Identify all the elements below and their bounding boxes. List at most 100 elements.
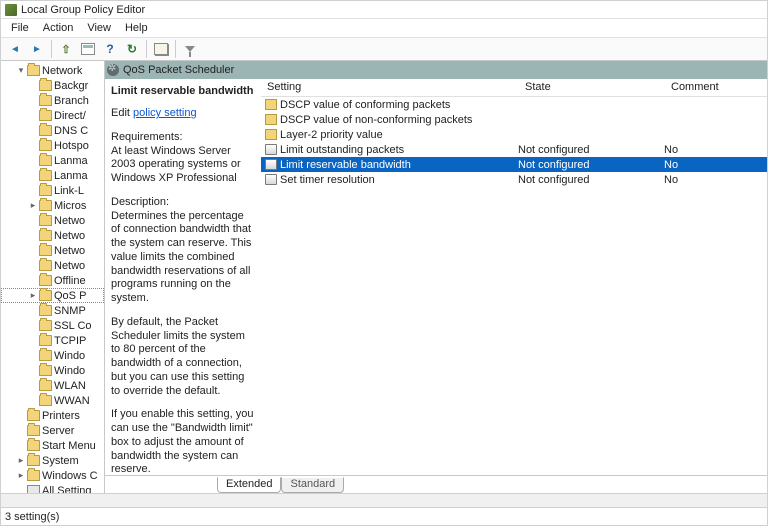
tree-item[interactable]: TCPIP (1, 333, 104, 348)
row-setting: Limit outstanding packets (280, 144, 518, 156)
tree-twister[interactable]: ▸ (27, 290, 39, 301)
title-bar: Local Group Policy Editor (1, 1, 767, 19)
tree-item[interactable]: Start Menu (1, 438, 104, 453)
tree-item[interactable]: All Setting (1, 483, 104, 493)
row-comment: No (664, 174, 767, 186)
folder-icon (39, 320, 52, 331)
tree-item[interactable]: Server (1, 423, 104, 438)
tree-item-label: Lanma (54, 155, 88, 167)
tree-item[interactable]: Windo (1, 363, 104, 378)
forward-button[interactable] (27, 39, 47, 59)
tree-item[interactable]: WLAN (1, 378, 104, 393)
content-title: QoS Packet Scheduler (123, 64, 234, 76)
col-comment[interactable]: Comment (665, 79, 767, 96)
tree-item[interactable]: Netwo (1, 213, 104, 228)
tree-item[interactable]: Lanma (1, 168, 104, 183)
tree-item[interactable]: ▸ Micros (1, 198, 104, 213)
column-headers[interactable]: Setting State Comment (261, 79, 767, 97)
menu-action[interactable]: Action (37, 21, 80, 35)
gear-icon (107, 64, 119, 76)
tree-item[interactable]: ▾Network (1, 63, 104, 78)
menu-file[interactable]: File (5, 21, 35, 35)
settings-row[interactable]: DSCP value of non-conforming packets (261, 112, 767, 127)
tree-item-label: Micros (54, 200, 86, 212)
setting-icon (265, 174, 277, 185)
tree-item[interactable]: WWAN (1, 393, 104, 408)
col-setting[interactable]: Setting (261, 79, 519, 96)
tree-item-label: Direct/ (54, 110, 86, 122)
col-state[interactable]: State (519, 79, 665, 96)
view-tabs: Extended Standard (105, 475, 767, 493)
tree-twister[interactable]: ▾ (15, 65, 27, 76)
filter-button[interactable] (180, 39, 200, 59)
tree-item-label: WWAN (54, 395, 90, 407)
tree-pane[interactable]: ▾NetworkBackgrBranch Direct/DNS C Hotspo La… (1, 61, 105, 493)
tree-twister[interactable]: ▸ (15, 470, 27, 481)
tree-item[interactable]: Netwo (1, 228, 104, 243)
row-setting: DSCP value of conforming packets (280, 99, 518, 111)
folder-icon (39, 230, 52, 241)
tree-item[interactable]: DNS C (1, 123, 104, 138)
folder-icon (27, 65, 40, 76)
menu-view[interactable]: View (81, 21, 117, 35)
settings-row[interactable]: DSCP value of conforming packets (261, 97, 767, 112)
refresh-button[interactable] (122, 39, 142, 59)
tree-twister[interactable]: ▸ (15, 455, 27, 466)
content-header: QoS Packet Scheduler (105, 61, 767, 79)
tree-item[interactable]: Link-L (1, 183, 104, 198)
settings-row[interactable]: Layer-2 priority value (261, 127, 767, 142)
folder-icon (27, 470, 40, 481)
horizontal-scrollbar[interactable] (1, 493, 767, 507)
properties-button[interactable] (151, 39, 171, 59)
back-button[interactable] (5, 39, 25, 59)
toolbar-separator (51, 40, 52, 58)
folder-icon (265, 114, 277, 125)
tab-standard[interactable]: Standard (281, 477, 344, 493)
tree-item-label: QoS P (54, 290, 86, 302)
tree-twister[interactable]: ▸ (27, 200, 39, 211)
show-hide-tree-button[interactable] (78, 39, 98, 59)
tree-item[interactable]: ▸Windows C (1, 468, 104, 483)
tree-item[interactable]: Backgr (1, 78, 104, 93)
tree-item-label: System (42, 455, 79, 467)
settings-row[interactable]: Set timer resolutionNot configuredNo (261, 172, 767, 187)
tree-item[interactable]: ▸ System (1, 453, 104, 468)
description-pane: Limit reservable bandwidth Edit policy s… (105, 79, 261, 475)
tree-item-label: Server (42, 425, 74, 437)
up-button[interactable] (56, 39, 76, 59)
policy-icon (27, 485, 40, 493)
tree-item[interactable]: Hotspo (1, 138, 104, 153)
tree-item-label: TCPIP (54, 335, 86, 347)
tree-item[interactable]: Netwo (1, 243, 104, 258)
tab-extended[interactable]: Extended (217, 477, 281, 493)
settings-row[interactable]: Limit outstanding packetsNot configuredN… (261, 142, 767, 157)
setting-icon (265, 159, 277, 170)
tree-item[interactable]: ▸ QoS P (1, 288, 104, 303)
tree-item[interactable]: SSL Co (1, 318, 104, 333)
folder-icon (39, 335, 52, 346)
settings-rows[interactable]: DSCP value of conforming packetsDSCP val… (261, 97, 767, 475)
tree-item-label: Hotspo (54, 140, 89, 152)
tree-item[interactable]: Lanma (1, 153, 104, 168)
tree-item-label: Offline (54, 275, 86, 287)
app-icon (5, 4, 17, 16)
tree-item[interactable]: Printers (1, 408, 104, 423)
folder-icon (39, 290, 52, 301)
folder-icon (39, 80, 52, 91)
description-label: Description:Determines the percentage of… (111, 196, 255, 306)
row-setting: Limit reservable bandwidth (280, 159, 518, 171)
tree-item[interactable]: SNMP (1, 303, 104, 318)
tree-item[interactable]: Direct/ (1, 108, 104, 123)
settings-row[interactable]: Limit reservable bandwidthNot configured… (261, 157, 767, 172)
tree-item[interactable]: Windo (1, 348, 104, 363)
tree-item[interactable]: Branch (1, 93, 104, 108)
edit-policy-link[interactable]: policy setting (133, 107, 197, 119)
tree-item[interactable]: Offline (1, 273, 104, 288)
menu-help[interactable]: Help (119, 21, 154, 35)
folder-icon (39, 380, 52, 391)
folder-icon (27, 425, 40, 436)
row-state: Not configured (518, 144, 664, 156)
tree-item[interactable]: Netwo (1, 258, 104, 273)
folder-icon (39, 95, 52, 106)
help-button[interactable] (100, 39, 120, 59)
